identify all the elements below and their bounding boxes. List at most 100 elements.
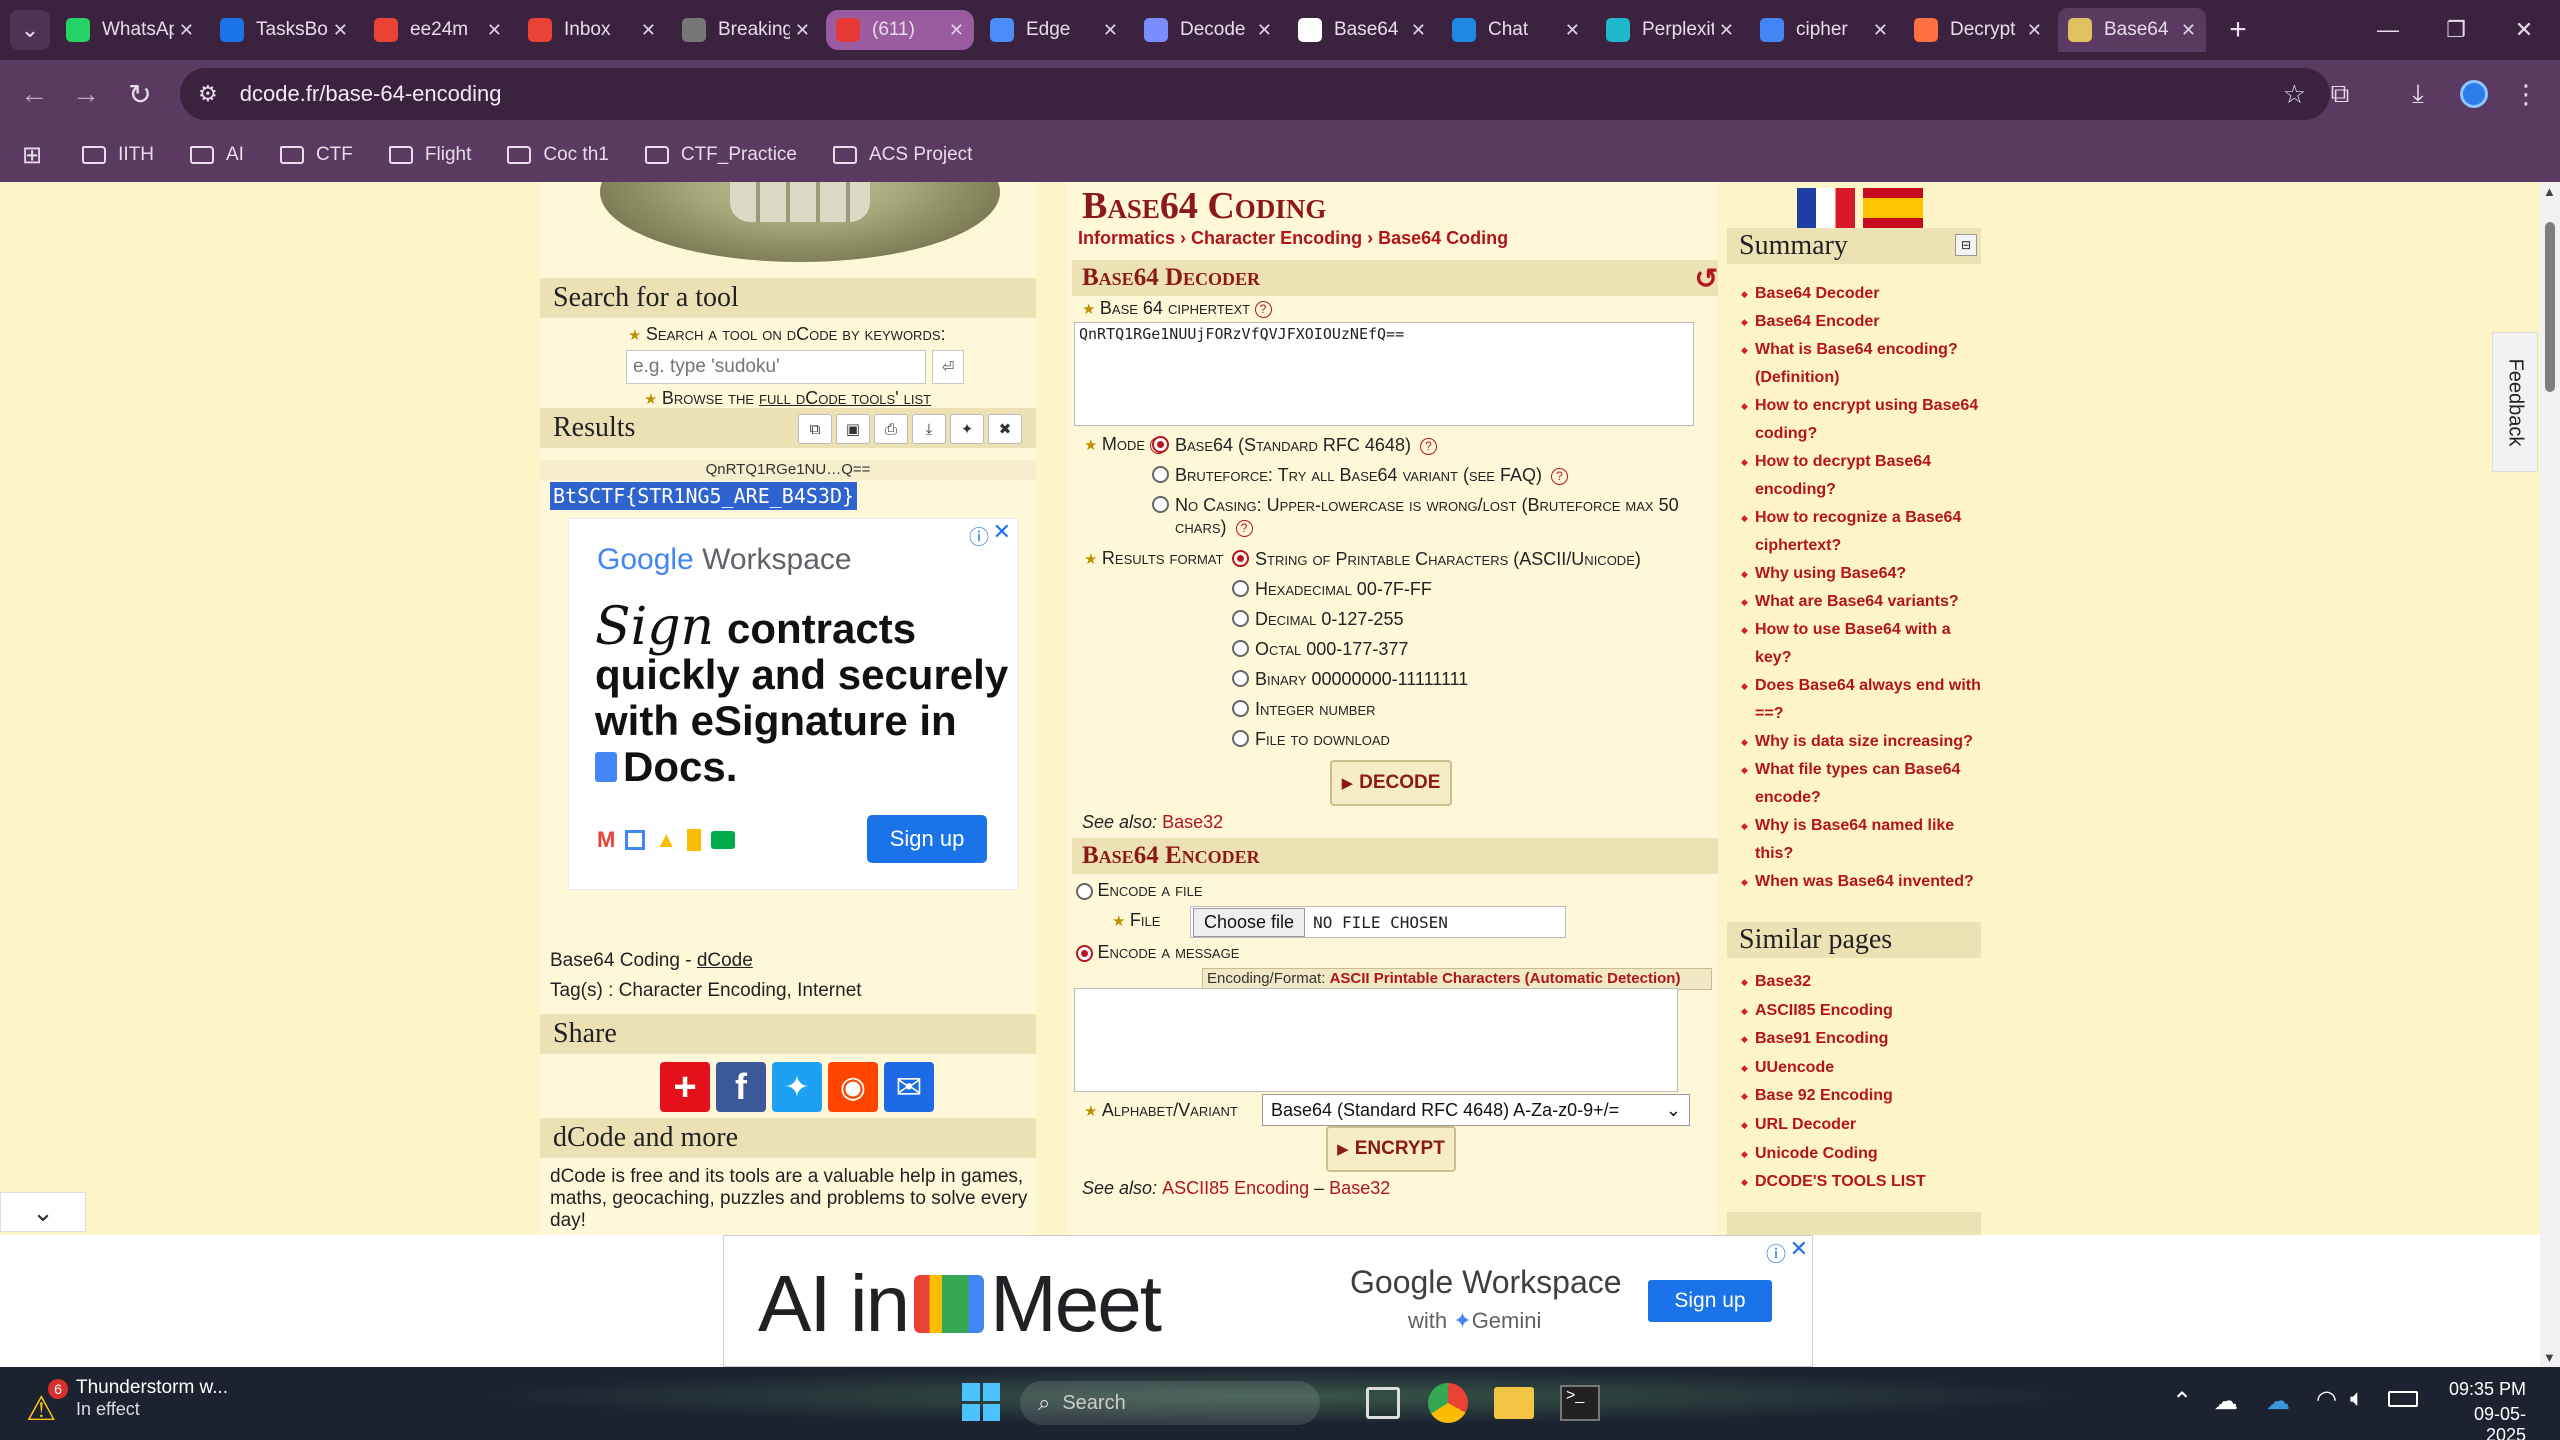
bookmark-folder[interactable]: Flight: [388, 144, 471, 166]
tab-13[interactable]: Base64 ✕: [2058, 8, 2206, 52]
tab-7[interactable]: Decode ✕: [1134, 8, 1282, 52]
encode-file-radio[interactable]: [1076, 883, 1093, 901]
message-textarea[interactable]: [1074, 988, 1678, 1092]
similar-list-link[interactable]: URL Decoder: [1741, 1111, 1981, 1140]
summary-list-link[interactable]: What are Base64 variants?: [1741, 588, 1981, 616]
share-reddit-icon[interactable]: ◉: [828, 1062, 878, 1112]
similar-list-link[interactable]: Base32: [1741, 968, 1981, 997]
adchoices-icon[interactable]: ⓘ: [1766, 1238, 1786, 1267]
menu-icon[interactable]: ⋮: [2508, 76, 2544, 112]
radio-button[interactable]: [1232, 550, 1249, 567]
help-icon[interactable]: ?: [1254, 301, 1272, 319]
dcode-link[interactable]: dCode: [697, 950, 753, 971]
share-email-icon[interactable]: ✉: [884, 1062, 934, 1112]
clock[interactable]: 09:35 PM 09-05-2025: [2436, 1379, 2526, 1440]
summary-list-link[interactable]: When was Base64 invented?: [1741, 868, 1981, 896]
similar-list-link[interactable]: Base 92 Encoding: [1741, 1082, 1981, 1111]
help-icon[interactable]: ?: [1550, 467, 1568, 485]
wifi-icon[interactable]: ◠: [2316, 1385, 2337, 1414]
summary-list-link[interactable]: How to recognize a Base64 ciphertext?: [1741, 504, 1981, 560]
site-info-icon[interactable]: ⚙: [198, 81, 218, 107]
summary-list-link[interactable]: Base64 Encoder: [1741, 308, 1981, 336]
ad-signup-button[interactable]: Sign up: [867, 815, 987, 863]
restore-button[interactable]: ❐: [2420, 0, 2492, 60]
formats-option-3[interactable]: Octal 000-177-377: [1232, 638, 1718, 660]
apps-grid-icon[interactable]: ⊞: [22, 141, 42, 170]
encode-file-option[interactable]: Encode a file: [1076, 880, 1203, 901]
tab-close-icon[interactable]: ✕: [179, 20, 194, 41]
formats-option-1[interactable]: Hexadecimal 00-7F-FF: [1232, 578, 1718, 600]
tab-close-icon[interactable]: ✕: [487, 20, 502, 41]
feedback-tab[interactable]: Feedback: [2492, 332, 2538, 472]
base32-link[interactable]: Base32: [1162, 812, 1223, 832]
help-icon[interactable]: ?: [1419, 437, 1437, 455]
radio-button[interactable]: [1152, 466, 1169, 483]
tab-search-button[interactable]: ⌄: [10, 10, 50, 50]
encrypt-button[interactable]: ▶ ENCRYPT: [1326, 1126, 1456, 1172]
share-facebook-icon[interactable]: f: [716, 1062, 766, 1112]
summary-list-link[interactable]: Why is data size increasing?: [1741, 728, 1981, 756]
tab-6[interactable]: Edge ✕: [980, 8, 1128, 52]
ad-close-icon[interactable]: ✕: [993, 519, 1011, 545]
formats-option-4[interactable]: Binary 00000000-11111111: [1232, 668, 1718, 690]
modes-option-0[interactable]: Base64 (Standard RFC 4648) ?: [1152, 434, 1712, 456]
flag-france-icon[interactable]: [1797, 188, 1855, 228]
encoding-format-selector[interactable]: Encoding/Format: ASCII Printable Charact…: [1202, 968, 1712, 990]
tab-0[interactable]: WhatsApp✕: [56, 8, 204, 52]
downloads-icon[interactable]: ⤓: [2400, 76, 2436, 112]
radio-button[interactable]: [1232, 580, 1249, 597]
radio-button[interactable]: [1232, 700, 1249, 717]
tab-close-icon[interactable]: ✕: [333, 20, 348, 41]
copy-icon[interactable]: ⧉: [798, 414, 832, 444]
encode-message-option[interactable]: Encode a message: [1076, 942, 1239, 963]
search-tool-input[interactable]: [626, 350, 926, 384]
reload-button[interactable]: ↻: [120, 74, 160, 114]
formats-option-0[interactable]: String of Printable Characters (ASCII/Un…: [1232, 548, 1718, 570]
tab-10[interactable]: Perplexity✕: [1596, 8, 1744, 52]
tab-close-icon[interactable]: ✕: [1103, 20, 1118, 41]
tab-4[interactable]: Breaking ✕: [672, 8, 820, 52]
flag-spain-icon[interactable]: [1863, 188, 1923, 228]
breadcrumb-link[interactable]: Character Encoding: [1191, 228, 1362, 248]
breadcrumb-link[interactable]: Informatics: [1078, 228, 1175, 248]
terminal-icon[interactable]: >_: [1560, 1385, 1600, 1421]
tab-9[interactable]: Chat ✕: [1442, 8, 1590, 52]
onedrive-business-icon[interactable]: ☁: [2266, 1387, 2290, 1416]
tab-close-icon[interactable]: ✕: [1873, 20, 1888, 41]
share-twitter-icon[interactable]: ✦: [772, 1062, 822, 1112]
tab-close-icon[interactable]: ✕: [1719, 20, 1734, 41]
tab-5[interactable]: (611) ✕: [826, 10, 974, 50]
summary-list-link[interactable]: How to use Base64 with a key?: [1741, 616, 1981, 672]
ad-close-icon[interactable]: ✕: [1790, 1236, 1808, 1262]
tab-8[interactable]: Base64 ✕: [1288, 8, 1436, 52]
bookmark-folder[interactable]: IITH: [82, 144, 154, 166]
summary-list-link[interactable]: What file types can Base64 encode?: [1741, 756, 1981, 812]
formats-option-5[interactable]: Integer number: [1232, 698, 1718, 720]
scroll-down-icon[interactable]: ▼: [2543, 1350, 2556, 1365]
formats-option-6[interactable]: File to download: [1232, 728, 1718, 750]
scroll-up-icon[interactable]: ▲: [2543, 184, 2556, 199]
google-workspace-ad[interactable]: ⓘ ✕ Google Workspace Sign contracts quic…: [568, 518, 1018, 890]
tab-close-icon[interactable]: ✕: [795, 20, 810, 41]
tab-close-icon[interactable]: ✕: [2181, 20, 2196, 41]
tab-11[interactable]: cipher ✕: [1750, 8, 1898, 52]
summary-list-link[interactable]: Why using Base64?: [1741, 560, 1981, 588]
tab-close-icon[interactable]: ✕: [1411, 20, 1426, 41]
bookmark-folder[interactable]: AI: [190, 144, 244, 166]
similar-list-link[interactable]: DCODE'S TOOLS LIST: [1741, 1168, 1981, 1197]
summary-list-link[interactable]: Base64 Decoder: [1741, 280, 1981, 308]
radio-button[interactable]: [1152, 496, 1169, 513]
taskbar-search[interactable]: ⌕ Search: [1020, 1381, 1320, 1425]
weather-widget[interactable]: ⚠ 6 Thunderstorm w... In effect: [26, 1377, 228, 1428]
alphabet-select[interactable]: Base64 (Standard RFC 4648) A-Za-z0-9+/= …: [1262, 1094, 1690, 1126]
base32-link[interactable]: Base32: [1329, 1178, 1390, 1198]
search-submit-button[interactable]: ⏎: [932, 350, 964, 384]
summary-list-link[interactable]: Why is Base64 named like this?: [1741, 812, 1981, 868]
tab-close-icon[interactable]: ✕: [641, 20, 656, 41]
new-tab-button[interactable]: +: [2218, 13, 2258, 47]
radio-button[interactable]: [1232, 670, 1249, 687]
tab-12[interactable]: Decrypt ✕: [1904, 8, 2052, 52]
back-button[interactable]: ←: [14, 74, 54, 114]
summary-list-link[interactable]: How to encrypt using Base64 coding?: [1741, 392, 1981, 448]
reset-icon[interactable]: ↺: [1695, 262, 1718, 296]
